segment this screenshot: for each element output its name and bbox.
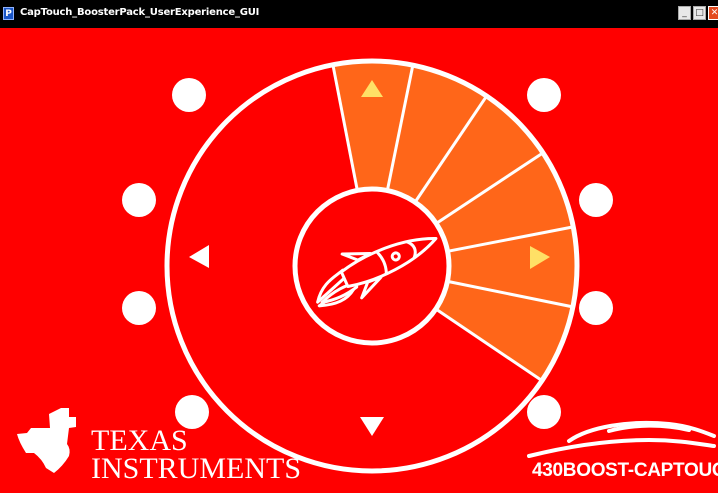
brand-instruments: INSTRUMENTS xyxy=(91,452,302,485)
ti-logo-icon xyxy=(17,408,76,473)
captouch-car-logo-icon xyxy=(527,420,716,458)
maximize-button[interactable]: □ xyxy=(693,6,706,20)
product-name: 430BOOST-CAPTOUCH1 xyxy=(532,460,718,481)
window-title: CapTouch_BoosterPack_UserExperience_GUI xyxy=(20,7,260,18)
down-arrow-icon[interactable] xyxy=(360,417,384,436)
minimize-button[interactable]: _ xyxy=(678,6,691,20)
close-button[interactable]: ✕ xyxy=(708,6,718,20)
left-arrow-icon[interactable] xyxy=(189,245,209,268)
captouch-panel: TEXAS INSTRUMENTS 430BOOST-CAPTOUCH1 xyxy=(9,28,718,493)
app-window: P CapTouch_BoosterPack_UserExperience_GU… xyxy=(0,0,718,493)
app-icon: P xyxy=(3,7,14,20)
title-bar[interactable]: P CapTouch_BoosterPack_UserExperience_GU… xyxy=(0,0,718,28)
